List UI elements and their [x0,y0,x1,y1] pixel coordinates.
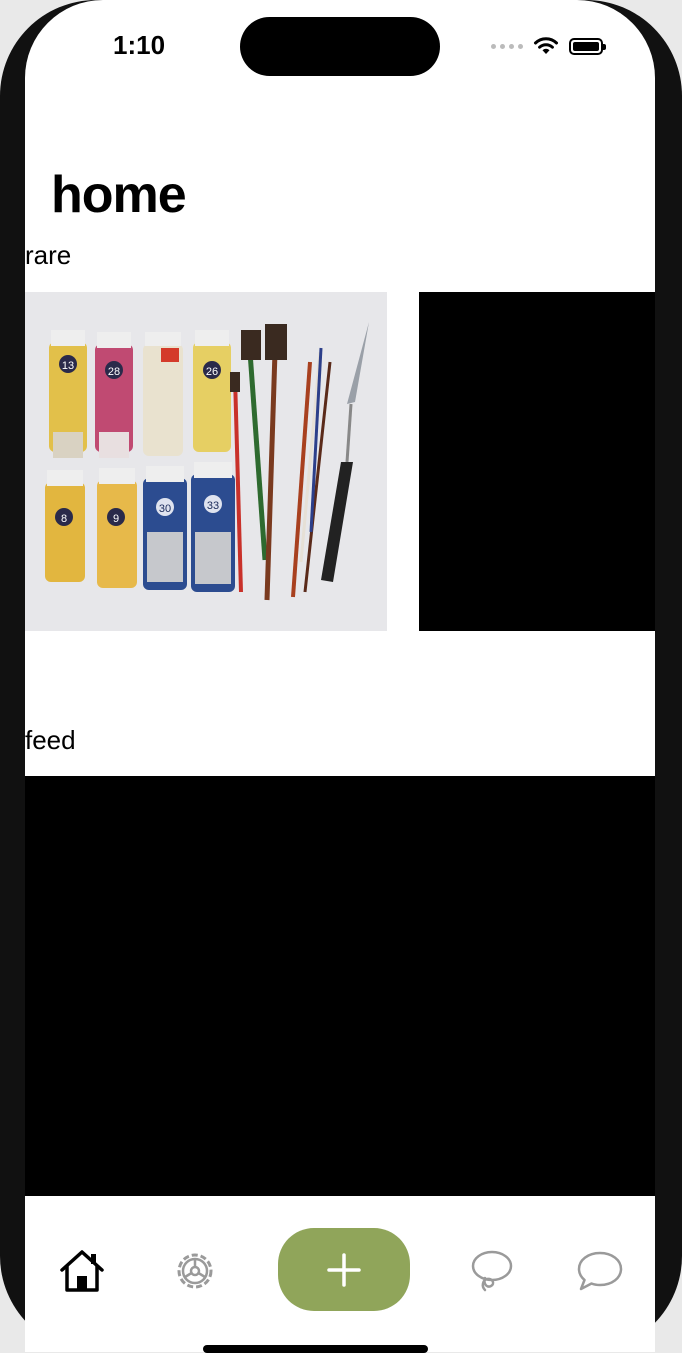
status-bar: 1:10 [25,0,655,90]
rare-item-2[interactable] [419,292,655,631]
wifi-icon [534,37,558,54]
chat-bubble-icon [577,1251,623,1291]
tube-number: 33 [207,500,219,512]
screen: 1:10 home rare 13 28 26 8 9 30 33 feed [25,0,655,1352]
tab-bar [25,1196,655,1352]
tab-settings[interactable] [170,1246,220,1296]
tube-number: 8 [61,513,67,525]
tab-chat[interactable] [575,1246,625,1296]
rare-item-paint-photo[interactable]: 13 28 26 8 9 30 33 [25,292,387,631]
add-button[interactable] [278,1228,410,1311]
section-label-feed: feed [25,725,76,755]
home-icon [60,1250,104,1292]
cellular-icon [491,43,523,49]
dynamic-island [240,17,440,76]
tab-home[interactable] [57,1246,107,1296]
tube-number: 26 [206,366,218,378]
rare-carousel[interactable]: 13 28 26 8 9 30 33 [25,292,655,631]
tube-number: 30 [159,503,171,515]
status-indicators [491,33,606,59]
tube-number: 13 [62,360,74,372]
tube-number: 9 [113,513,119,525]
tube-number: 28 [108,366,120,378]
section-label-rare: rare [25,240,72,270]
page-title: home [51,166,187,224]
plus-icon [327,1252,361,1287]
paint-supplies-image: 13 28 26 8 9 30 33 [25,292,387,631]
tab-lasso[interactable] [467,1246,517,1296]
lasso-icon [471,1250,513,1292]
status-time: 1:10 [113,30,166,60]
battery-icon [569,37,606,55]
gear-icon [177,1253,213,1289]
feed-content[interactable] [25,776,655,1196]
